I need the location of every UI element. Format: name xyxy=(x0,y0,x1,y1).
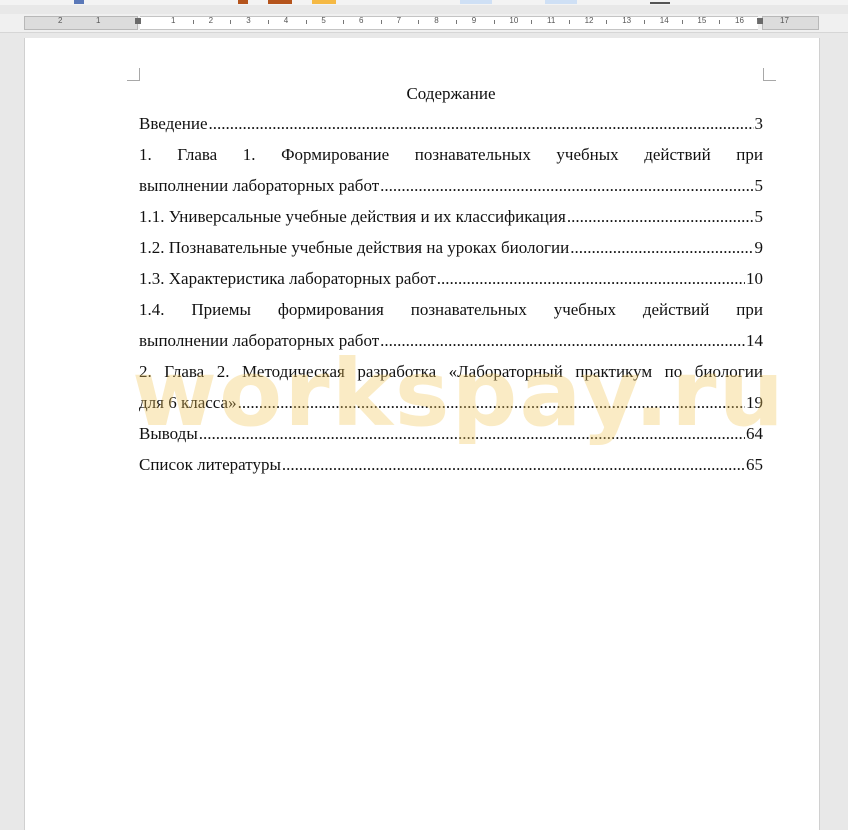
ruler-tick xyxy=(456,20,457,24)
ruler-number: 14 xyxy=(659,16,669,25)
toc-entry-line2[interactable]: для 6 класса»19 xyxy=(139,387,763,418)
ruler-tick xyxy=(756,20,758,24)
ruler-tick xyxy=(606,20,608,24)
toc-entry-line1[interactable]: 1.4. Приемы формирования познавательных учеб… xyxy=(139,294,763,325)
toc-entry[interactable]: Список литературы65 xyxy=(139,449,763,480)
border-icon[interactable] xyxy=(650,2,670,4)
ruler-right-margin xyxy=(762,16,819,30)
toolbar-strip xyxy=(0,0,848,5)
toc-entry[interactable]: Введение3 xyxy=(139,108,763,139)
font-color-icon[interactable] xyxy=(238,0,248,4)
ruler-tick xyxy=(268,20,269,24)
toc-entry[interactable]: 1.2. Познавательные учебные действия на … xyxy=(139,232,763,263)
ruler-tick xyxy=(493,20,495,24)
align-icon[interactable] xyxy=(460,0,492,4)
ruler-number: 17 xyxy=(780,16,789,25)
toc-entry[interactable]: 1.1. Универсальные учебные действия и их… xyxy=(139,201,763,232)
table-of-contents: Содержание Введение3 1.Глава1.Формирован… xyxy=(139,80,763,480)
ruler-right-indent-marker[interactable] xyxy=(757,18,763,24)
list-icon[interactable] xyxy=(545,0,577,4)
toc-entry-line2[interactable]: выполнении лабораторных работ14 xyxy=(139,325,763,356)
ruler-number: 2 xyxy=(208,16,214,25)
crop-mark-top-right xyxy=(763,68,776,81)
ruler-number: 7 xyxy=(396,16,402,25)
ruler-tick xyxy=(418,20,420,24)
ruler-number: 15 xyxy=(697,16,707,25)
ruler-number: 2 xyxy=(58,16,63,25)
ruler-number: 1 xyxy=(171,16,176,25)
ruler-tick xyxy=(719,20,721,24)
ruler-number: 1 xyxy=(96,16,101,25)
shading-icon[interactable] xyxy=(312,0,336,4)
ruler-number: 10 xyxy=(509,16,519,25)
toc-entry-line1[interactable]: 2. Глава 2. Методическая разработка «Лаборато… xyxy=(139,356,763,387)
ruler-tick xyxy=(192,20,194,24)
ruler-tick xyxy=(681,20,683,24)
ruler-tick xyxy=(305,20,307,24)
toc-entry-line1[interactable]: 1. Глава 1. Формирование познавательных учебн… xyxy=(139,139,763,170)
toc-title: Содержание xyxy=(406,84,496,103)
horizontal-ruler[interactable]: 2 1 17 1 2 3 4 5 6 7 8 9 10 11 12 13 14 15 16 xyxy=(0,14,848,33)
ruler-number: 3 xyxy=(246,16,251,25)
ruler-tick xyxy=(343,20,345,24)
toolbar-icon[interactable] xyxy=(74,0,84,4)
ruler-number: 16 xyxy=(735,16,744,25)
ruler-number: 6 xyxy=(359,16,364,25)
toc-entry-line2[interactable]: выполнении лабораторных работ5 xyxy=(139,170,763,201)
toc-entry[interactable]: Выводы64 xyxy=(139,418,763,449)
ruler-number: 11 xyxy=(547,16,556,25)
document-page[interactable]: Содержание Введение3 1.Глава1.Формирован… xyxy=(24,38,820,830)
ruler-tick xyxy=(230,20,232,24)
ruler-tick xyxy=(531,20,533,24)
ruler-number: 8 xyxy=(434,16,439,25)
toc-entry[interactable]: 1.3. Характеристика лабораторных работ10 xyxy=(139,263,763,294)
ruler-indent-marker[interactable] xyxy=(135,18,141,24)
ruler-tick xyxy=(568,20,570,24)
ruler-number: 5 xyxy=(321,16,326,25)
ruler-number: 4 xyxy=(283,16,289,25)
ruler-left-margin xyxy=(24,16,138,30)
ruler-number: 9 xyxy=(471,16,477,25)
ruler-tick xyxy=(644,20,645,24)
highlight-icon[interactable] xyxy=(268,0,292,4)
ruler-tick xyxy=(380,20,382,24)
ruler-number: 13 xyxy=(622,16,632,25)
ruler-number: 12 xyxy=(584,16,594,25)
